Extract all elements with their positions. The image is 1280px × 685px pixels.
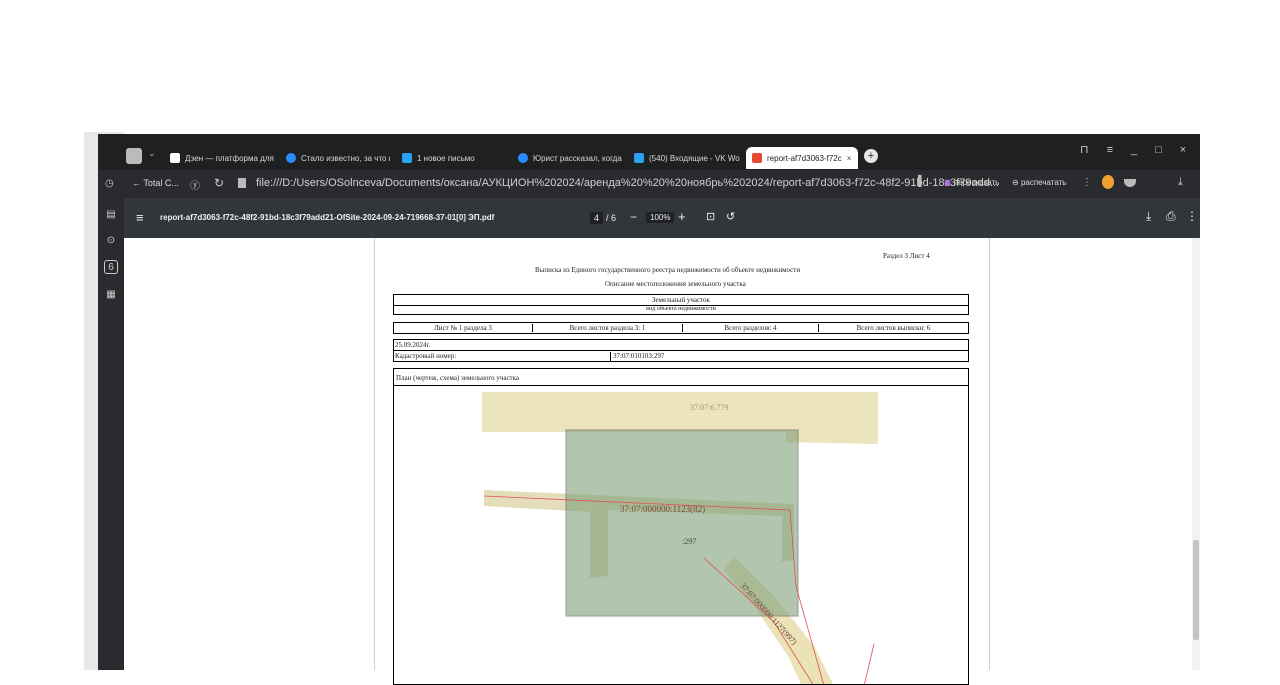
shield-icon[interactable]	[1124, 179, 1136, 187]
more-icon[interactable]: ⋮	[1082, 177, 1092, 188]
file-icon	[238, 178, 246, 188]
retell-button[interactable]: ▣ пересказать	[944, 178, 999, 187]
tab-label: (540) Входящие - VK Wor	[649, 153, 740, 163]
tab-label: 1 новое письмо	[417, 153, 475, 163]
badge-icon[interactable]: 6	[104, 260, 118, 274]
print-button[interactable]: ⊖ распечатать	[1012, 178, 1066, 187]
yandex-icon[interactable]: ⓨ	[190, 177, 200, 192]
maximize-icon[interactable]: □	[1155, 144, 1180, 156]
dzen-icon	[170, 153, 180, 163]
cadastral-map: 37:07:6.779 37:07:000000:1123(82) :297 3…	[482, 392, 878, 684]
mail-icon	[634, 153, 644, 163]
document-date: 25.09.2024г.	[395, 341, 431, 349]
page-number-input[interactable]: 4	[590, 212, 604, 224]
mail-icon	[402, 153, 412, 163]
close-window-icon[interactable]: ×	[1180, 144, 1204, 156]
chevron-down-icon[interactable]: ⌄	[148, 148, 156, 159]
zoom-out-button[interactable]: −	[630, 210, 637, 224]
map-label-top: 37:07:6.779	[690, 403, 728, 412]
background-area	[0, 0, 1280, 132]
map-label-parcel: :297	[682, 537, 696, 546]
sections-total: Всего разделов: 4	[682, 324, 818, 332]
pdf-toolbar: ≡ report-af7d3063-f72c-48f2-91bd-18c3f79…	[124, 198, 1200, 238]
tab-mail-1[interactable]: 1 новое письмо	[402, 147, 502, 169]
tab-label: report-af7d3063-f72c	[767, 153, 842, 163]
rotate-icon[interactable]: ↺	[726, 210, 735, 223]
parcel-297	[565, 429, 799, 617]
browser-sidebar: ▤ ⊙ 6 ▦	[98, 198, 124, 670]
sheets-total: Всего листов выписки: 6	[818, 324, 968, 332]
plan-title-row: План (чертеж, схема) земельного участка	[393, 368, 969, 386]
tab-dzen[interactable]: Дзен — платформа для п	[170, 147, 276, 169]
print-label: распечатать	[1020, 178, 1067, 187]
extension-icon[interactable]	[1102, 175, 1114, 189]
minimize-icon[interactable]: _	[1131, 144, 1155, 156]
address-bar: ◷ ← Total C... ⓨ ↻ file:///D:/Users/OSol…	[98, 170, 1200, 198]
map-label-road: 37:07:000000:1123(82)	[620, 504, 705, 514]
pdf-viewer: Раздел 3 Лист 4 Выписка из Единого госуд…	[124, 238, 1200, 685]
tab-news-2[interactable]: Юрист рассказал, когда б	[518, 147, 624, 169]
back-button[interactable]: ← Total C...	[132, 178, 179, 188]
zoom-input[interactable]: 100%	[646, 212, 675, 223]
tab-news-1[interactable]: Стало известно, за что п	[286, 147, 390, 169]
cadastral-label: Кадастровый номер:	[395, 352, 457, 360]
scrollbar-thumb[interactable]	[1193, 540, 1199, 640]
browser-window: ⌄ Дзен — платформа для п Стало известно,…	[98, 134, 1200, 685]
news-icon	[286, 153, 296, 163]
more-icon[interactable]: ⋮	[1186, 209, 1198, 223]
retell-icon: ▣	[944, 178, 952, 187]
url-field[interactable]: file:///D:/Users/OSolnceva/Documents/окс…	[256, 177, 999, 189]
tab-label: Стало известно, за что п	[301, 153, 390, 163]
map-frame: 37:07:6.779 37:07:000000:1123(82) :297 3…	[393, 385, 969, 685]
bookmarks-icon[interactable]: ⊓	[1080, 144, 1107, 156]
tab-bar: ⌄ Дзен — платформа для п Стало известно,…	[98, 134, 1200, 170]
news-icon	[518, 153, 528, 163]
sheets-in-section: Всего листов раздела 3: 1	[532, 324, 682, 332]
menu-icon[interactable]: ≡	[1107, 144, 1131, 156]
plan-title: План (чертеж, схема) земельного участка	[396, 374, 520, 382]
tab-label: Юрист рассказал, когда б	[533, 153, 624, 163]
object-caption: вид объекта недвижимости	[646, 306, 716, 312]
download-icon[interactable]: ⤓	[1178, 176, 1183, 189]
page-total: / 6	[606, 213, 617, 223]
cadastral-row: Кадастровый номер: 37:07:010103:297	[393, 350, 969, 362]
play-icon[interactable]: ⊙	[104, 234, 118, 248]
tab-label: Дзен — платформа для п	[185, 153, 276, 163]
zoom-in-button[interactable]: +	[678, 209, 686, 224]
pdf-icon	[752, 153, 762, 163]
print-pdf-icon[interactable]: ⎙	[1166, 209, 1176, 224]
close-icon[interactable]: ×	[847, 154, 852, 163]
history-icon[interactable]: ◷	[105, 178, 114, 189]
menu-icon[interactable]: ≡	[136, 210, 144, 225]
object-type: Земельный участок	[652, 296, 710, 304]
tab-mail-2[interactable]: (540) Входящие - VK Wor	[634, 147, 740, 169]
print-icon: ⊖	[1012, 178, 1019, 187]
sheet-info-row: Лист № 1 раздела 3 Всего листов раздела …	[393, 322, 969, 334]
cadastral-value: 37:07:010103:297	[610, 352, 664, 362]
pdf-filename: report-af7d3063-f72c-48f2-91bd-18c3f79ad…	[160, 213, 495, 222]
pdf-sidebar-icon[interactable]: ▤	[104, 208, 118, 222]
profile-icon[interactable]	[126, 148, 142, 164]
reload-icon[interactable]: ↻	[214, 176, 224, 190]
document-subtitle: Описание местоположения земельного участ…	[605, 280, 746, 288]
tab-report[interactable]: report-af7d3063-f72c ×	[746, 147, 858, 169]
fit-page-icon[interactable]: ⊡	[706, 210, 715, 223]
download-pdf-icon[interactable]: ⤓	[1146, 209, 1151, 224]
section-label: Раздел 3 Лист 4	[883, 252, 930, 260]
right-boundary	[864, 643, 875, 684]
new-tab-button[interactable]: +	[864, 149, 878, 163]
document-title: Выписка из Единого государственного реес…	[535, 266, 801, 274]
pdf-page: Раздел 3 Лист 4 Выписка из Единого госуд…	[374, 238, 990, 685]
retell-label: пересказать	[953, 178, 1000, 187]
sheet-no: Лист № 1 раздела 3	[434, 324, 492, 332]
tools-icon[interactable]: ▦	[104, 288, 118, 302]
bookmark-icon[interactable]: ▌	[918, 176, 925, 187]
window-controls: ⊓≡_□×	[1080, 143, 1204, 156]
object-caption-row: вид объекта недвижимости	[393, 305, 969, 315]
